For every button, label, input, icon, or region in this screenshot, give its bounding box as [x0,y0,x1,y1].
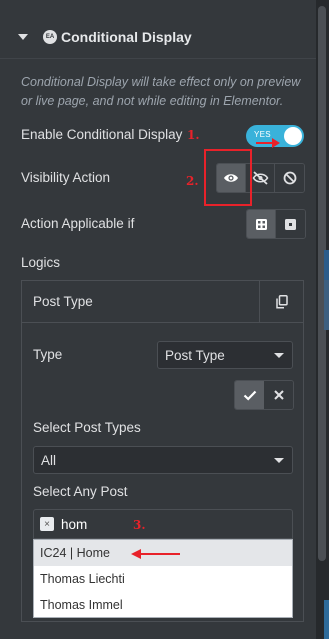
duplicate-button[interactable] [259,281,303,322]
type-select-value: Post Type [165,347,225,363]
annotation-arrow-three [140,553,180,555]
post-search-input[interactable]: × hom [33,509,293,539]
annotation-two: 2. [186,174,199,188]
select-caret-icon [274,353,284,358]
visibility-label: Visibility Action [21,170,111,185]
eye-slash-icon [252,171,268,185]
ban-icon [283,171,296,185]
check-icon [243,390,256,401]
select-caret-icon [274,458,284,463]
select-post-types-label: Select Post Types [33,420,141,435]
ea-badge-icon: EA [43,29,57,44]
section-header[interactable]: EA Conditional Display [0,15,316,59]
square-dot-icon [285,218,296,230]
logics-label: Logics [21,255,61,270]
repeater-item-header[interactable]: Post Type [21,280,304,323]
clear-chip-icon[interactable]: × [40,517,54,531]
edge-strip [324,600,329,639]
caret-down-icon [18,33,28,40]
type-label: Type [33,347,63,362]
post-types-select[interactable]: All [33,446,293,474]
confirm-check-button[interactable] [235,381,264,409]
copy-icon [275,294,288,309]
result-item[interactable]: Thomas Liechti [34,566,292,592]
type-select[interactable]: Post Type [157,341,293,369]
arrow-head-left-icon [131,549,141,559]
close-icon [273,390,284,400]
repeater-item-title: Post Type [33,294,93,309]
applicable-any-button[interactable] [276,210,305,238]
arrow-head-right-icon [272,138,280,148]
result-item[interactable]: Thomas Immel [34,592,292,618]
confirm-choose [234,380,294,410]
post-results-dropdown: IC24 | Home Thomas Liechti Thomas Immel [33,539,293,618]
applicable-choose [246,209,306,239]
conditional-display-panel: EA Conditional Display Conditional Displ… [0,0,316,639]
toggle-knob [284,127,302,145]
enable-label: Enable Conditional Display [21,127,183,142]
visibility-disable-button[interactable] [275,164,304,192]
applicable-all-button[interactable] [247,210,276,238]
applicable-label: Action Applicable if [21,216,135,231]
edge-strip [324,250,329,280]
confirm-close-button[interactable] [264,381,293,409]
annotation-highlight-box [204,149,252,206]
grid-icon [255,218,267,230]
edge-strip [324,280,329,330]
annotation-one: 1. [187,128,200,142]
select-any-post-label: Select Any Post [33,484,128,499]
info-note: Conditional Display will take effect onl… [21,75,301,108]
section-title: Conditional Display [61,28,192,45]
annotation-three: 3. [133,518,146,532]
post-types-select-value: All [41,452,57,468]
search-text: hom [61,516,88,532]
toggle-text: YES [254,130,271,139]
